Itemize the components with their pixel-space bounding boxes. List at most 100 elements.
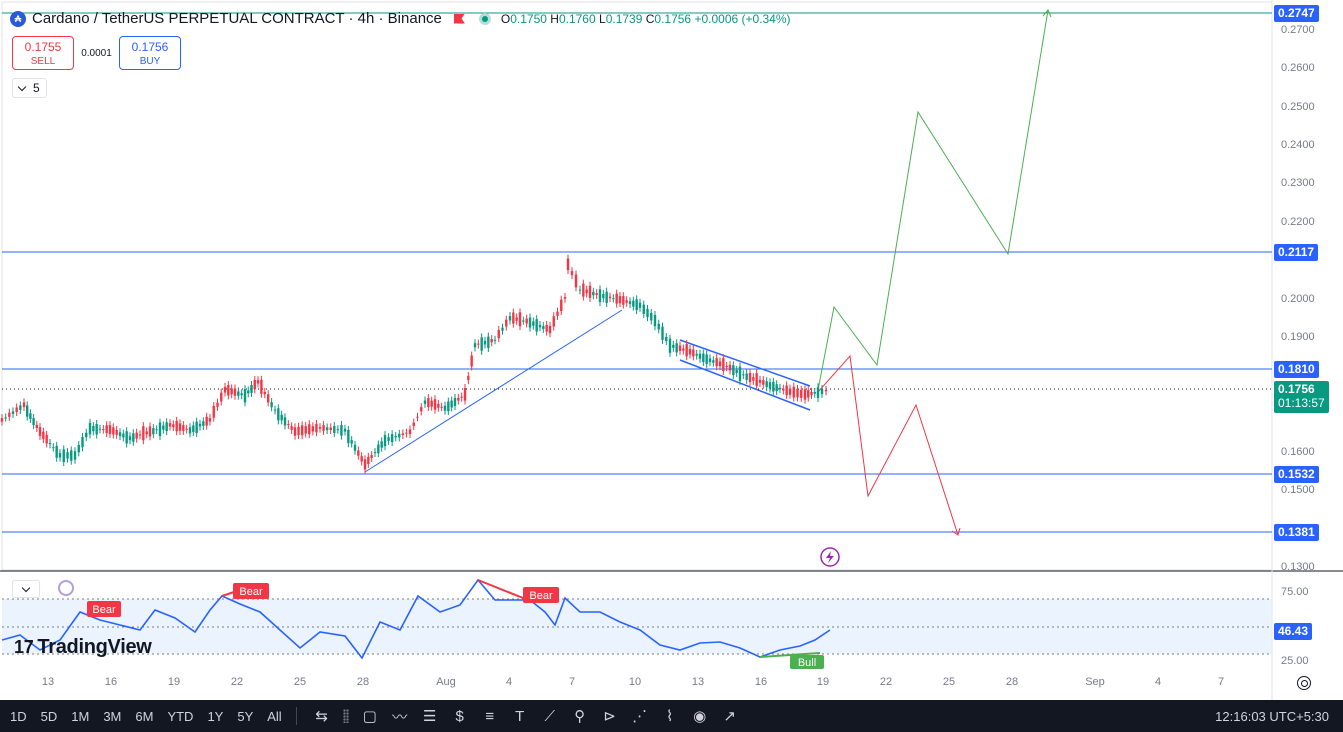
candle-body	[42, 431, 45, 440]
candle-body	[824, 389, 828, 392]
price-chart[interactable]: Bear Bear Bear Bull	[0, 0, 1343, 732]
drag-handle-icon[interactable]	[342, 709, 349, 723]
trendline[interactable]	[364, 309, 623, 473]
chart-app: Bear Bear Bear Bull ₳ Cardano / TetherUS…	[0, 0, 1343, 732]
tradingview-logo[interactable]: 17 TradingView	[14, 636, 152, 659]
rsi-toggle[interactable]	[12, 580, 40, 598]
candle-body	[457, 397, 460, 401]
date-range-icon[interactable]: ⇆	[309, 705, 335, 727]
candle-body	[205, 416, 208, 426]
trend-line-icon[interactable]: ⟋	[537, 705, 563, 727]
candle-body	[738, 366, 742, 381]
candle-body	[304, 426, 307, 434]
time-tick: 22	[879, 676, 893, 688]
candle-body	[394, 435, 397, 438]
timeframe-1m[interactable]: 1M	[71, 709, 89, 724]
symbol-title: Cardano / TetherUS PERPETUAL CONTRACT · …	[32, 10, 442, 27]
candle-body	[152, 428, 155, 435]
pattern-icon[interactable]: 〰	[387, 705, 413, 727]
candle-body	[243, 389, 247, 403]
timeframe-6m[interactable]: 6M	[135, 709, 153, 724]
buy-button[interactable]: 0.1756 BUY	[119, 36, 181, 70]
candle-body	[778, 387, 782, 390]
candle-body	[638, 302, 642, 308]
flag-icon[interactable]	[453, 13, 465, 24]
candle-body	[172, 424, 175, 428]
candle-body	[712, 360, 715, 363]
candle-body	[405, 432, 408, 434]
candle-body	[522, 320, 525, 322]
candle-body	[443, 405, 447, 411]
candle-body	[423, 400, 427, 404]
candle-body	[22, 402, 26, 408]
candle-body	[566, 258, 570, 271]
bear-label-2: Bear	[233, 583, 269, 599]
chart-frame	[1, 1, 1273, 571]
fib-retracement-icon[interactable]: ☰	[417, 705, 443, 727]
candle-body	[742, 374, 745, 376]
gear-icon[interactable]	[1297, 676, 1311, 690]
candle-body	[283, 417, 287, 426]
candle-body	[192, 425, 195, 432]
clock[interactable]: 12:16:03 UTC+5:30	[1215, 709, 1329, 724]
candle-body	[92, 425, 95, 432]
bullish-projection[interactable]	[817, 9, 1049, 391]
position-icon[interactable]: $	[447, 705, 473, 727]
timeframe-ytd[interactable]: YTD	[167, 709, 193, 724]
candle-body	[785, 385, 788, 396]
timeframe-1y[interactable]: 1Y	[207, 709, 223, 724]
node-icon[interactable]: ⋰	[627, 705, 653, 727]
text-icon[interactable]: T	[507, 705, 533, 727]
candle-body	[15, 407, 18, 413]
candle-body	[32, 418, 35, 426]
bearish-projection[interactable]	[817, 354, 959, 536]
bear-label-1: Bear	[87, 601, 121, 617]
market-status-icon[interactable]	[478, 12, 491, 25]
candle-body	[340, 424, 343, 436]
last-price-tag: 0.1756 01:13:57	[1274, 381, 1329, 413]
chevron-down-icon	[17, 82, 27, 91]
candle-body	[230, 388, 233, 395]
long-position-icon[interactable]: ⊳	[597, 705, 623, 727]
price-tick: 0.2000	[1281, 292, 1315, 305]
path-icon[interactable]: ⌇	[657, 705, 683, 727]
candle-body	[653, 315, 657, 327]
price-tick: 0.1300	[1281, 561, 1315, 573]
candle-body	[267, 394, 270, 403]
candle-body	[19, 405, 22, 411]
candle-body	[563, 297, 567, 299]
candle-body	[820, 389, 824, 395]
timeframe-5d[interactable]: 5D	[41, 709, 58, 724]
candle-body	[765, 381, 768, 388]
eye-icon[interactable]: ◉	[687, 705, 713, 727]
candle-body	[132, 433, 135, 442]
indicators-toggle[interactable]: 5	[12, 78, 47, 98]
brush-icon[interactable]: ⚲	[567, 705, 593, 727]
channel-upper[interactable]	[679, 339, 811, 387]
candle-body	[487, 336, 490, 349]
candle-body	[240, 393, 243, 396]
candle-body	[280, 414, 283, 421]
candle-body	[77, 444, 80, 453]
timeframe-3m[interactable]: 3M	[103, 709, 121, 724]
arrow-icon[interactable]: ↗	[717, 705, 743, 727]
sell-button[interactable]: 0.1755 SELL	[12, 36, 74, 70]
candle-body	[311, 426, 315, 432]
refresh-icon[interactable]	[58, 580, 74, 596]
symbol-legend[interactable]: ₳ Cardano / TetherUS PERPETUAL CONTRACT …	[10, 10, 791, 27]
candle-body	[588, 285, 592, 298]
candle-body	[55, 445, 58, 458]
bear-label-3: Bear	[523, 587, 559, 603]
time-tick: 4	[505, 676, 513, 688]
rectangle-icon[interactable]: ▢	[357, 705, 383, 727]
parallel-channel-icon[interactable]: ≡	[477, 705, 503, 727]
timeframe-5y[interactable]: 5Y	[237, 709, 253, 724]
candle-body	[26, 405, 29, 417]
candle-body	[357, 450, 360, 456]
timeframe-1d[interactable]: 1D	[10, 709, 27, 724]
candle-body	[350, 440, 353, 444]
timeframe-all[interactable]: All	[267, 709, 281, 724]
candle-body	[433, 399, 437, 410]
candle-body	[208, 418, 212, 422]
candle-body	[62, 449, 65, 463]
